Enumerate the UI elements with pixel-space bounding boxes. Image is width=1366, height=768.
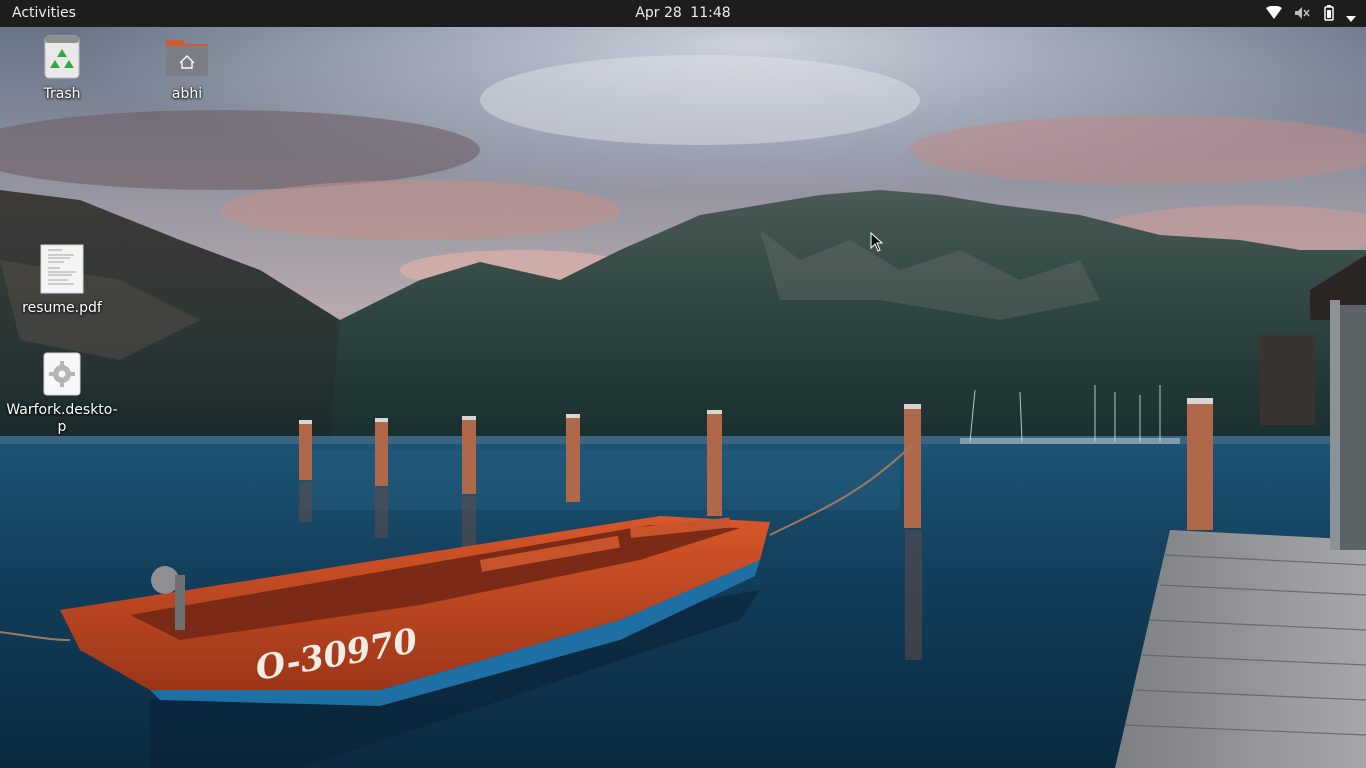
clock-time: 11:48 xyxy=(690,5,731,21)
home-folder-label: abhi xyxy=(171,86,203,102)
desktop-icon-home-folder[interactable]: abhi xyxy=(127,34,247,103)
activities-button[interactable]: Activities xyxy=(0,0,88,27)
gear-icon xyxy=(2,352,122,400)
top-bar: Activities Apr 28 11:48 xyxy=(0,0,1366,27)
desktop-icon-resume-pdf[interactable]: resume.pdf xyxy=(2,244,122,317)
desktop[interactable]: O-30970 Activities Apr 28 11:48 Trash ab… xyxy=(0,0,1366,768)
pdf-document-icon xyxy=(2,244,122,298)
wallpaper-lake-boat: O-30970 xyxy=(0,0,1366,768)
warfork-launcher-label: Warfork.deskto-p xyxy=(6,402,118,435)
resume-file-label: resume.pdf xyxy=(22,300,102,316)
home-folder-icon xyxy=(127,34,247,84)
mouse-pointer-icon xyxy=(870,232,884,252)
volume-muted-icon xyxy=(1294,6,1310,24)
battery-icon xyxy=(1322,5,1336,25)
system-menu-chevron-icon xyxy=(1346,10,1356,26)
desktop-icon-warfork[interactable]: Warfork.deskto-p xyxy=(2,352,122,436)
trash-icon xyxy=(2,34,122,84)
clock-date: Apr 28 xyxy=(635,5,682,21)
wifi-icon xyxy=(1266,5,1282,24)
trash-label: Trash xyxy=(43,86,81,102)
system-tray[interactable] xyxy=(1246,0,1366,27)
desktop-icon-trash[interactable]: Trash xyxy=(2,34,122,103)
clock-button[interactable]: Apr 28 11:48 xyxy=(600,0,766,27)
